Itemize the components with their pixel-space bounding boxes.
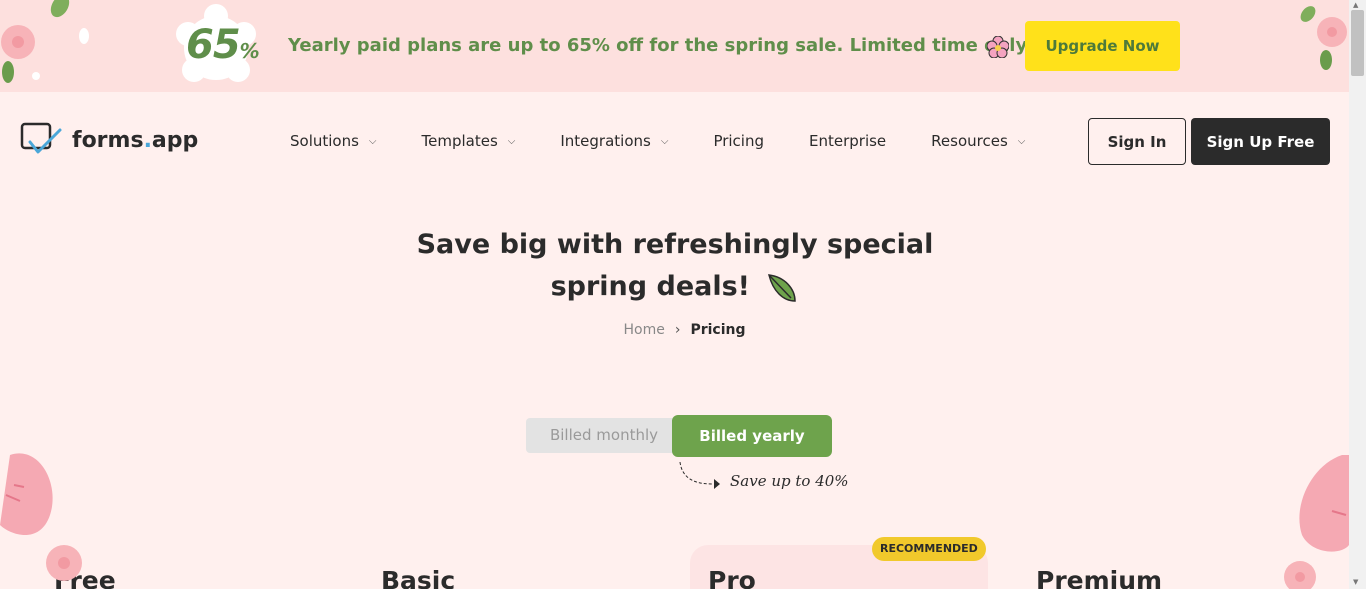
forms-app-logo[interactable]: forms.app: [20, 122, 198, 158]
menu-item-solutions[interactable]: Solutions ⌵: [290, 132, 377, 150]
blossom-decoration-bottom-right-icon: [1284, 455, 1349, 589]
breadcrumb: Home › Pricing: [0, 322, 1349, 338]
breadcrumb-current: Pricing: [690, 322, 746, 338]
chevron-down-icon: ⌵: [1017, 135, 1026, 147]
promo-banner: 65% Yearly paid plans are up to 65% off …: [0, 0, 1349, 92]
sign-in-button[interactable]: Sign In: [1088, 118, 1186, 165]
title-line-2: spring deals!: [550, 271, 750, 302]
page-title: Save big with refreshingly special sprin…: [383, 224, 967, 308]
promo-message: Yearly paid plans are up to 65% off for …: [288, 35, 1036, 56]
billed-yearly-option[interactable]: Billed yearly: [672, 415, 832, 457]
main-menu: Solutions ⌵ Templates ⌵ Integrations ⌵ Pric…: [290, 132, 1070, 150]
logo-text: forms.app: [72, 127, 199, 153]
save-note: Save up to 40%: [730, 472, 849, 490]
chevron-down-icon: ⌵: [660, 135, 669, 147]
plan-name-pro: Pro: [708, 566, 756, 589]
menu-item-templates[interactable]: Templates ⌵: [422, 132, 516, 150]
breadcrumb-separator: ›: [674, 322, 681, 338]
breadcrumb-home[interactable]: Home: [623, 322, 664, 338]
menu-item-pricing[interactable]: Pricing: [713, 132, 764, 150]
plan-name-premium: Premium: [1036, 566, 1163, 589]
leaf-icon: [768, 273, 797, 302]
menu-item-integrations[interactable]: Integrations ⌵: [560, 132, 668, 150]
blossom-decoration-right-icon: [1300, 6, 1347, 70]
plan-name-basic: Basic: [381, 566, 456, 589]
chevron-down-icon: ⌵: [507, 135, 516, 147]
curved-arrow-icon: [679, 461, 720, 489]
upgrade-now-button[interactable]: Upgrade Now: [1025, 21, 1180, 71]
scroll-up-arrow-icon[interactable]: ▲: [1353, 1, 1358, 9]
billing-toggle[interactable]: Billed monthly Billed yearly: [526, 415, 832, 457]
promo-percent: 65%: [186, 22, 260, 68]
blossom-decoration-icon: [1, 0, 89, 83]
main-navbar: forms.app Solutions ⌵ Templates ⌵ Integrat…: [0, 92, 1349, 192]
menu-item-enterprise[interactable]: Enterprise: [809, 132, 886, 150]
billed-monthly-option[interactable]: Billed monthly: [526, 418, 682, 453]
scrollbar-thumb[interactable]: [1351, 10, 1364, 76]
scroll-down-arrow-icon[interactable]: ▼: [1353, 578, 1358, 586]
cherry-blossom-icon: [987, 36, 1009, 58]
sign-up-free-button[interactable]: Sign Up Free: [1191, 118, 1330, 165]
recommended-badge: RECOMMENDED: [872, 537, 986, 561]
logo-check-icon: [20, 122, 62, 154]
page-scrollbar[interactable]: [1349, 0, 1366, 589]
blossom-decoration-bottom-left-icon: [0, 453, 82, 581]
title-line-1: Save big with refreshingly special: [416, 229, 934, 260]
chevron-down-icon: ⌵: [368, 135, 377, 147]
menu-item-resources[interactable]: Resources ⌵: [931, 132, 1025, 150]
